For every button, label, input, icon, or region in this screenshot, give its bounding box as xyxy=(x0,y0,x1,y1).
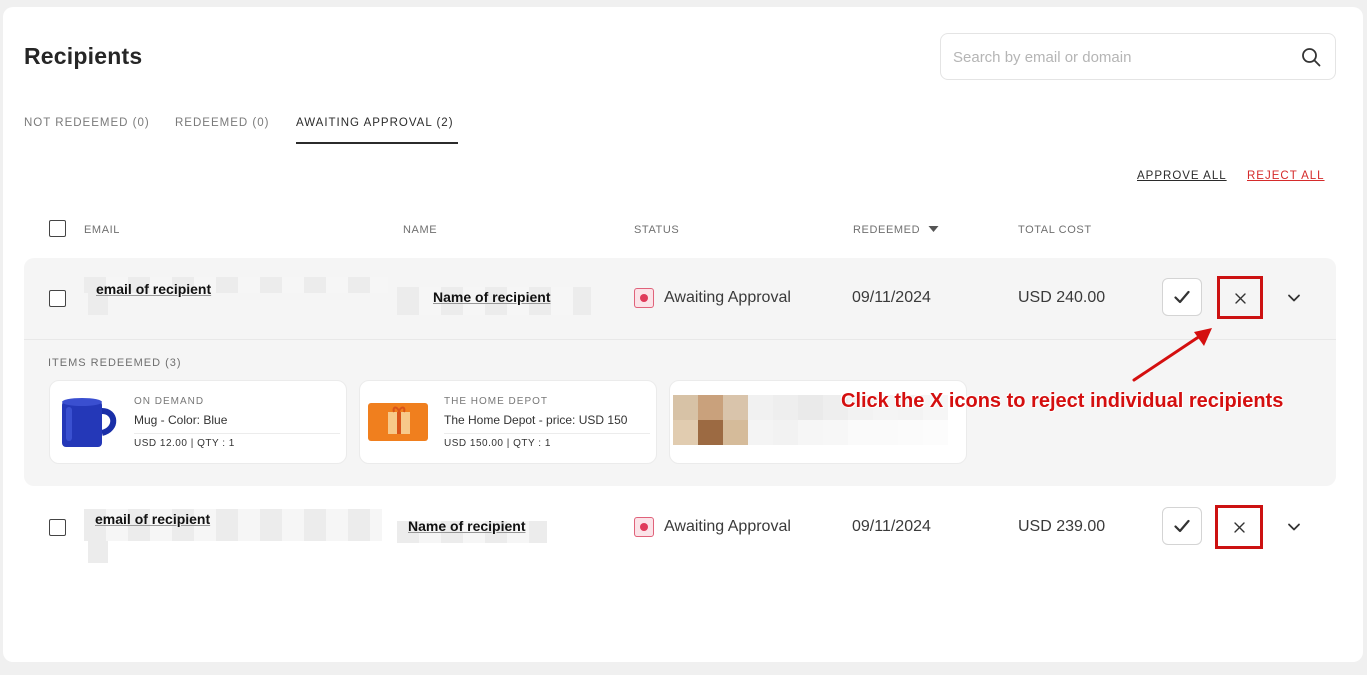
approve-all-link[interactable]: APPROVE ALL xyxy=(1137,170,1227,182)
tab-redeemed[interactable]: REDEEMED (0) xyxy=(175,117,269,129)
redacted-email-block xyxy=(88,541,108,563)
item-divider xyxy=(134,433,340,434)
approve-button[interactable] xyxy=(1162,507,1202,545)
annotation-callout: Click the X icons to reject individual r… xyxy=(841,390,1284,412)
total-cost: USD 239.00 xyxy=(1018,518,1106,535)
item-vendor: THE HOME DEPOT xyxy=(444,396,549,407)
annotation-arrow xyxy=(1132,328,1212,382)
recipient-name: Name of recipient xyxy=(433,289,551,305)
status-text: Awaiting Approval xyxy=(664,289,791,306)
select-all-checkbox[interactable] xyxy=(49,220,66,237)
redeemed-item-card[interactable]: ON DEMAND Mug - Color: Blue USD 12.00 | … xyxy=(49,380,347,464)
page-title: Recipients xyxy=(24,43,143,69)
reject-button[interactable] xyxy=(1225,514,1253,540)
item-name: The Home Depot - price: USD 150 xyxy=(444,413,628,427)
status-indicator xyxy=(634,517,654,537)
tab-awaiting-approval[interactable]: AWAITING APPROVAL (2) xyxy=(296,117,454,129)
total-cost: USD 240.00 xyxy=(1018,289,1106,306)
item-qty: QTY : 1 xyxy=(197,438,235,449)
items-redeemed-title: ITEMS REDEEMED (3) xyxy=(48,357,182,369)
approve-button[interactable] xyxy=(1162,278,1202,316)
column-header-total-cost: TOTAL COST xyxy=(1018,224,1092,236)
column-header-status: STATUS xyxy=(634,224,680,236)
search-icon[interactable] xyxy=(1301,47,1321,67)
chevron-down-icon[interactable] xyxy=(1286,519,1302,535)
row-checkbox[interactable] xyxy=(49,519,66,536)
item-divider xyxy=(444,433,650,434)
recipient-email: email of recipient xyxy=(95,511,211,527)
item-price-qty: USD 150.00 | QTY : 1 xyxy=(444,438,551,449)
search-input[interactable] xyxy=(953,46,1283,68)
item-name: Mug - Color: Blue xyxy=(134,413,228,427)
redeemed-date: 09/11/2024 xyxy=(852,518,931,535)
column-header-redeemed[interactable]: REDEEMED xyxy=(853,224,939,236)
chevron-down-icon[interactable] xyxy=(1286,290,1302,306)
redeemed-item-card[interactable]: THE HOME DEPOT The Home Depot - price: U… xyxy=(359,380,657,464)
item-qty: QTY : 1 xyxy=(513,438,551,449)
column-header-email: EMAIL xyxy=(84,224,121,236)
reject-button[interactable] xyxy=(1226,285,1254,311)
close-icon xyxy=(1233,521,1245,533)
reject-all-link[interactable]: REJECT ALL xyxy=(1247,170,1325,182)
item-price: USD 12.00 xyxy=(134,438,188,449)
close-icon xyxy=(1234,292,1246,304)
status-text: Awaiting Approval xyxy=(664,518,791,535)
active-tab-indicator xyxy=(296,142,458,144)
caret-down-icon xyxy=(928,226,939,232)
redeemed-header-label: REDEEMED xyxy=(853,224,921,236)
search-box[interactable] xyxy=(940,33,1336,80)
tab-not-redeemed[interactable]: NOT REDEEMED (0) xyxy=(24,117,150,129)
item-price-qty: USD 12.00 | QTY : 1 xyxy=(134,438,235,449)
gift-card-image xyxy=(368,403,428,441)
mug-image xyxy=(62,398,117,447)
redeemed-date: 09/11/2024 xyxy=(852,289,931,306)
check-icon xyxy=(1174,519,1190,533)
recipient-name: Name of recipient xyxy=(408,518,526,534)
check-icon xyxy=(1174,290,1190,304)
row-checkbox[interactable] xyxy=(49,290,66,307)
recipient-email: email of recipient xyxy=(96,281,212,297)
column-header-name: NAME xyxy=(403,224,438,236)
item-vendor: ON DEMAND xyxy=(134,396,205,407)
item-price: USD 150.00 xyxy=(444,438,504,449)
status-indicator xyxy=(634,288,654,308)
